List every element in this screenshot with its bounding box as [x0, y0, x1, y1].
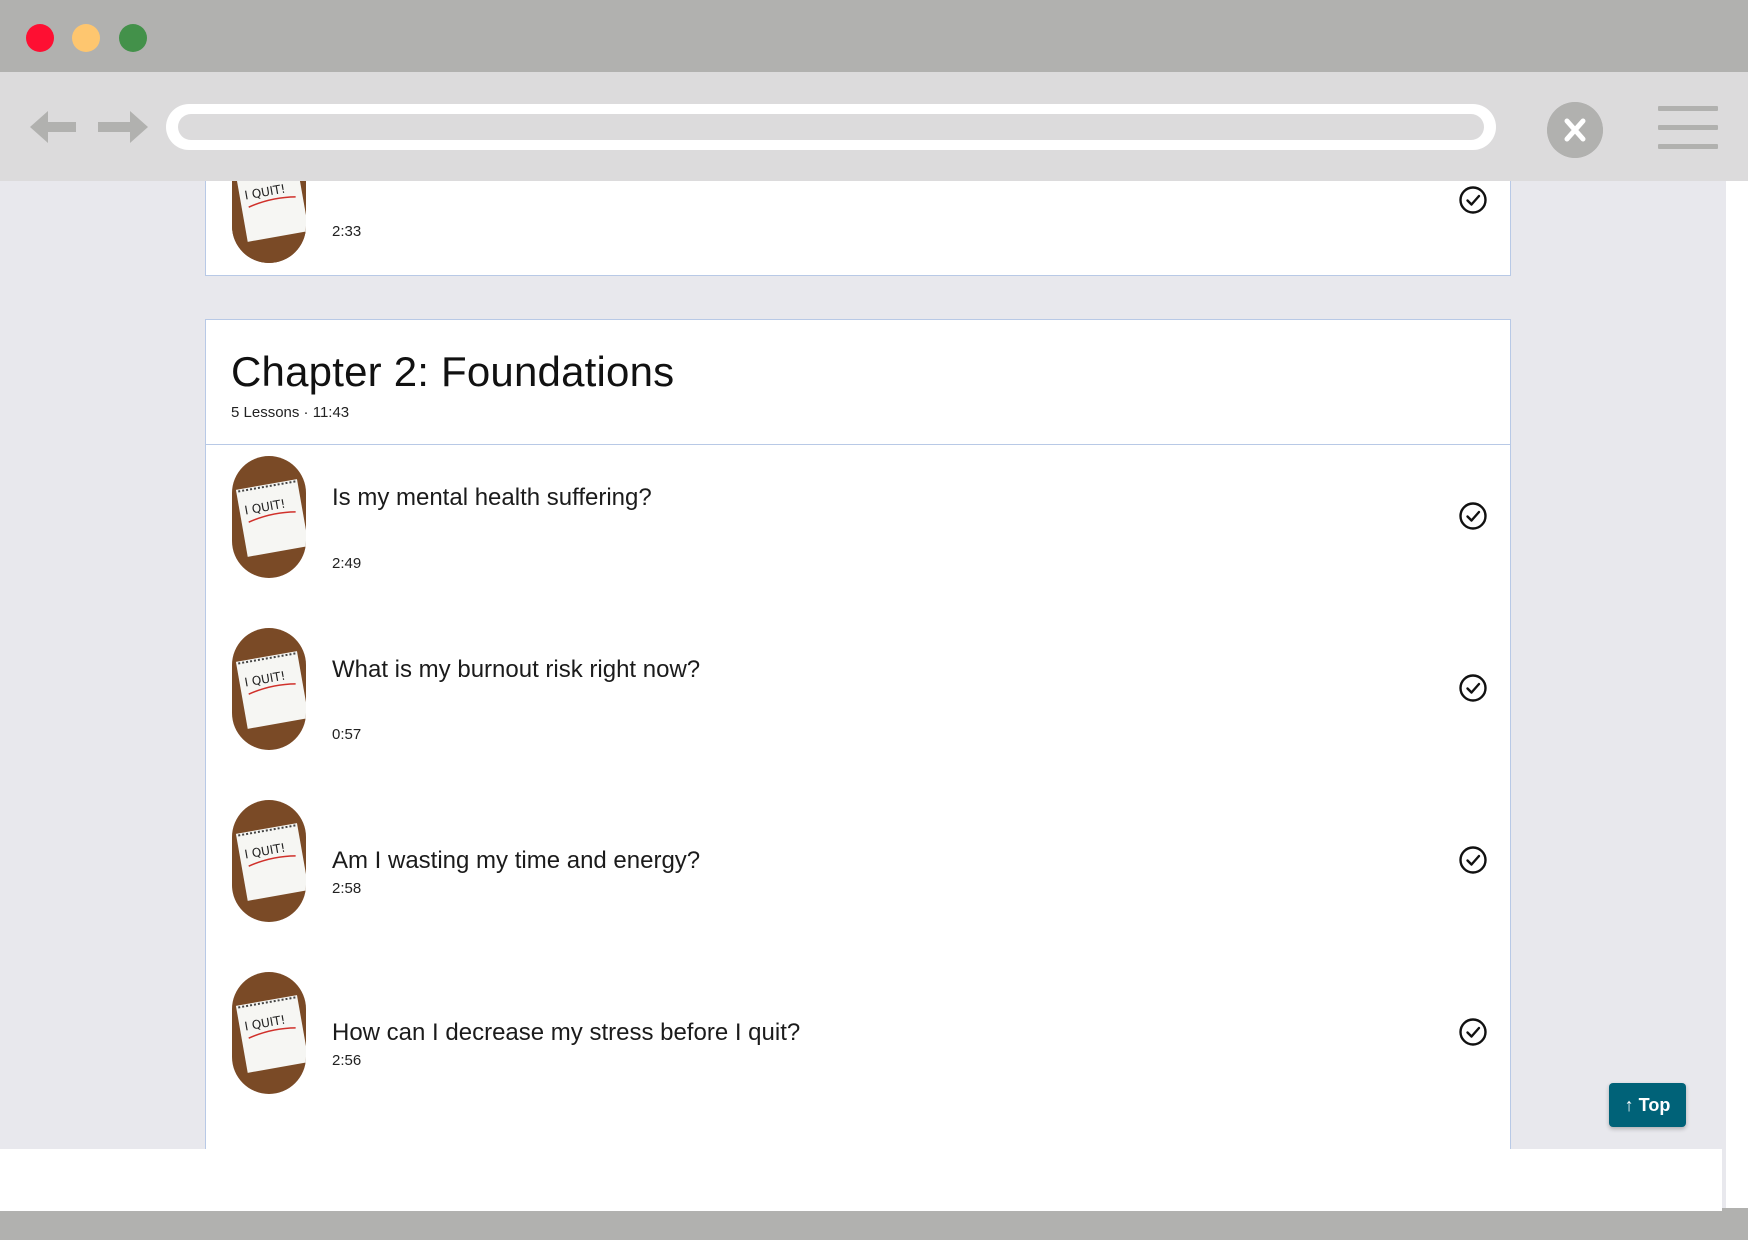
lesson-duration: 2:33 [332, 223, 362, 240]
address-bar-field[interactable] [178, 114, 1484, 140]
lesson-title[interactable]: Am I wasting my time and energy? [332, 847, 700, 875]
lesson-duration: 2:49 [332, 555, 362, 572]
window-close-dot[interactable] [26, 24, 54, 52]
forward-arrow-icon[interactable] [96, 110, 148, 144]
page-viewport: I QUIT! 2:33 Chapter 2: Foundations 5 Le… [0, 181, 1718, 1149]
chapter-card: Chapter 2: Foundations 5 Lessons · 11:43… [205, 319, 1511, 1149]
scrollbar-thumb[interactable] [1718, 181, 1726, 1208]
chapter-title: Chapter 2: Foundations [231, 348, 675, 395]
check-circle-icon[interactable] [1458, 1017, 1488, 1047]
lesson-title[interactable]: What is my burnout risk right now? [332, 656, 700, 684]
page-footer-area [0, 1149, 1722, 1211]
hamburger-menu-icon[interactable] [1658, 106, 1718, 149]
lesson-thumbnail: I QUIT! [232, 972, 306, 1094]
back-arrow-icon[interactable] [30, 110, 82, 144]
lesson-thumbnail: I QUIT! [232, 800, 306, 922]
lesson-row[interactable]: I QUIT! Am I wasting my time and energy?… [206, 800, 1510, 940]
lesson-duration: 2:58 [332, 880, 362, 897]
window-bottom-bar [0, 1211, 1748, 1240]
check-circle-icon[interactable] [1458, 673, 1488, 703]
chapter-header: Chapter 2: Foundations 5 Lessons · 11:43 [206, 320, 1510, 445]
window-maximize-dot[interactable] [119, 24, 147, 52]
chapter-meta: 5 Lessons · 11:43 [231, 404, 350, 421]
lesson-thumbnail: I QUIT! [232, 181, 306, 263]
window-minimize-dot[interactable] [72, 24, 100, 52]
lesson-thumbnail: I QUIT! [232, 456, 306, 578]
lesson-row[interactable]: I QUIT! Is my mental health suffering? 2… [206, 456, 1510, 596]
lesson-duration: 0:57 [332, 726, 362, 743]
check-circle-icon[interactable] [1458, 501, 1488, 531]
check-circle-icon[interactable] [1458, 185, 1488, 215]
lesson-row-previous[interactable]: I QUIT! 2:33 [206, 181, 1510, 281]
back-to-top-button[interactable]: ↑ Top [1609, 1083, 1686, 1127]
address-bar[interactable] [166, 104, 1496, 150]
lesson-title[interactable]: Is my mental health suffering? [332, 484, 652, 512]
lesson-row[interactable]: I QUIT! How can I decrease my stress bef… [206, 972, 1510, 1112]
check-circle-icon[interactable] [1458, 845, 1488, 875]
lesson-title[interactable]: How can I decrease my stress before I qu… [332, 1019, 800, 1047]
lesson-row[interactable]: I QUIT! What is my burnout risk right no… [206, 628, 1510, 768]
close-icon[interactable] [1547, 102, 1603, 158]
window-titlebar [0, 0, 1748, 72]
browser-toolbar [0, 72, 1748, 181]
lesson-thumbnail: I QUIT! [232, 628, 306, 750]
lesson-duration: 2:56 [332, 1052, 362, 1069]
previous-chapter-card: I QUIT! 2:33 [205, 181, 1511, 276]
